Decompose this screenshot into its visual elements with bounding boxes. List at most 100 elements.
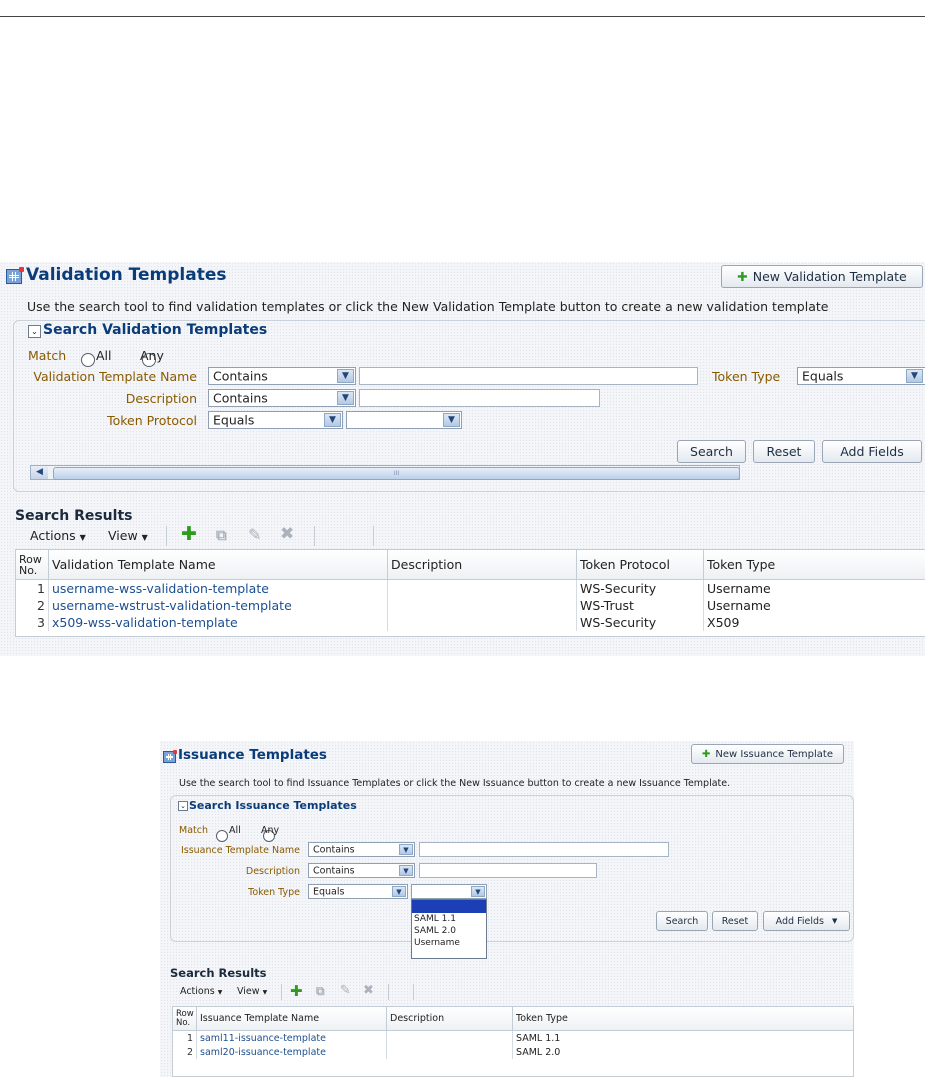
- description-label: Description: [245, 866, 300, 877]
- dropdown-option[interactable]: Username: [412, 937, 486, 949]
- collapse-icon[interactable]: ⌄: [178, 801, 188, 811]
- match-label: Match: [179, 825, 208, 836]
- delete-icon[interactable]: ✖: [363, 983, 374, 998]
- horizontal-scrollbar[interactable]: ◀ III: [30, 465, 740, 480]
- column-header-description[interactable]: Description: [387, 1007, 513, 1031]
- actions-menu[interactable]: Actions ▼: [30, 528, 86, 543]
- description-value-input[interactable]: [419, 863, 597, 878]
- chevron-down-icon: ▼: [217, 989, 223, 996]
- duplicate-icon[interactable]: ⧉: [316, 984, 325, 999]
- collapse-icon[interactable]: ⌄: [28, 325, 41, 338]
- new-issuance-template-button[interactable]: ✚ New Issuance Template: [691, 744, 844, 764]
- chevron-down-icon: ▼: [337, 369, 354, 383]
- token-type-label: Token Type: [248, 887, 300, 898]
- column-header-token-type[interactable]: Token Type: [704, 550, 925, 580]
- view-menu[interactable]: View ▼: [237, 986, 267, 997]
- add-icon[interactable]: ✚: [290, 982, 303, 1000]
- dropdown-option[interactable]: SAML 2.0: [412, 925, 486, 937]
- column-header-token-protocol[interactable]: Token Protocol: [577, 550, 704, 580]
- scrollbar-thumb[interactable]: III: [53, 467, 740, 480]
- validation-templates-panel: Validation Templates ✚ New Validation Te…: [0, 262, 925, 656]
- name-label: Validation Template Name: [33, 369, 197, 384]
- top-rule: [0, 16, 925, 17]
- token-type-label: Token Type: [712, 369, 781, 384]
- match-all-label: All: [229, 825, 241, 836]
- description-operator-select[interactable]: Contains ▼: [208, 389, 356, 407]
- instruction-text: Use the search tool to find validation t…: [27, 299, 829, 314]
- chevron-down-icon: ▼: [399, 844, 413, 855]
- name-operator-select[interactable]: Contains ▼: [208, 367, 356, 385]
- token-type-value-select[interactable]: ▼: [411, 884, 487, 899]
- issuance-templates-panel: Issuance Templates ✚ New Issuance Templa…: [160, 741, 854, 1077]
- description-label: Description: [125, 391, 197, 406]
- search-button[interactable]: Search: [677, 440, 746, 463]
- chevron-down-icon: ▼: [443, 413, 460, 427]
- token-type-operator-select[interactable]: Equals ▼: [308, 884, 408, 899]
- add-icon: ✚: [701, 748, 711, 760]
- add-fields-button[interactable]: Add Fields: [822, 440, 922, 463]
- edit-icon[interactable]: ✎: [248, 525, 261, 544]
- dropdown-option[interactable]: SAML 1.1: [412, 913, 486, 925]
- scrollbar-grip: III: [393, 470, 400, 477]
- chevron-down-icon: ▼: [399, 865, 413, 876]
- duplicate-icon[interactable]: ⧉: [216, 526, 227, 544]
- description-value-input[interactable]: [359, 389, 600, 407]
- column-header-description[interactable]: Description: [388, 550, 577, 580]
- delete-icon[interactable]: ✖: [280, 524, 294, 544]
- column-header-row-no: Row No.: [16, 550, 49, 580]
- add-icon: ✚: [737, 269, 748, 284]
- token-protocol-value-select[interactable]: ▼: [346, 411, 462, 429]
- issuance-results-table: Row No. Issuance Template Name Descriptio…: [172, 1006, 854, 1077]
- reset-button[interactable]: Reset: [712, 911, 758, 931]
- search-title: Search Issuance Templates: [189, 799, 357, 812]
- search-results-title: Search Results: [170, 966, 267, 980]
- name-label: Issuance Template Name: [180, 845, 300, 856]
- edit-icon[interactable]: ✎: [340, 983, 351, 998]
- dropdown-option[interactable]: [412, 900, 486, 913]
- scroll-left-icon[interactable]: ◀: [31, 466, 48, 479]
- match-all-radio[interactable]: [216, 829, 228, 842]
- reset-button[interactable]: Reset: [753, 440, 815, 463]
- name-value-input[interactable]: [359, 367, 698, 385]
- page-title: Validation Templates: [26, 265, 227, 285]
- search-button[interactable]: Search: [656, 911, 708, 931]
- view-menu[interactable]: View ▼: [108, 528, 148, 543]
- new-validation-template-button[interactable]: ✚ New Validation Template: [721, 265, 923, 288]
- template-link[interactable]: x509-wss-validation-template: [49, 614, 388, 631]
- template-link[interactable]: username-wstrust-validation-template: [49, 597, 388, 614]
- template-link[interactable]: username-wss-validation-template: [49, 580, 388, 597]
- add-fields-button[interactable]: Add Fields ▼: [763, 911, 850, 931]
- match-all-label: All: [96, 348, 112, 363]
- match-all-radio[interactable]: [81, 352, 95, 367]
- template-link[interactable]: saml20-issuance-template: [197, 1045, 387, 1059]
- chevron-down-icon: ▼: [79, 533, 86, 542]
- search-results-title: Search Results: [15, 508, 133, 524]
- actions-menu[interactable]: Actions ▼: [180, 986, 222, 997]
- token-protocol-operator-select[interactable]: Equals ▼: [208, 411, 343, 429]
- column-header-row-no: Row No.: [173, 1007, 197, 1031]
- match-label: Match: [28, 348, 67, 363]
- match-any-label: Any: [140, 348, 164, 363]
- chevron-down-icon: ▼: [337, 391, 354, 405]
- name-value-input[interactable]: [419, 842, 669, 857]
- chevron-down-icon: ▼: [831, 917, 838, 925]
- token-type-dropdown-list[interactable]: SAML 1.1 SAML 2.0 Username: [411, 899, 487, 959]
- column-header-name[interactable]: Issuance Template Name: [197, 1007, 387, 1031]
- chevron-down-icon: ▼: [471, 886, 485, 897]
- instruction-text: Use the search tool to find Issuance Tem…: [179, 778, 731, 789]
- token-protocol-label: Token Protocol: [107, 413, 197, 428]
- table-icon: [6, 267, 24, 284]
- chevron-down-icon: ▼: [262, 989, 268, 996]
- chevron-down-icon: ▼: [324, 413, 341, 427]
- table-icon: [163, 750, 177, 763]
- chevron-down-icon: ▼: [392, 886, 406, 897]
- column-header-name[interactable]: Validation Template Name: [49, 550, 388, 580]
- search-title: Search Validation Templates: [43, 322, 268, 338]
- token-type-operator-select[interactable]: Equals ▼: [797, 367, 925, 385]
- column-header-token-type[interactable]: Token Type: [513, 1007, 853, 1031]
- template-link[interactable]: saml11-issuance-template: [197, 1031, 387, 1045]
- add-icon[interactable]: ✚: [181, 523, 197, 545]
- description-operator-select[interactable]: Contains ▼: [308, 863, 415, 878]
- page-title: Issuance Templates: [178, 747, 327, 763]
- name-operator-select[interactable]: Contains ▼: [308, 842, 415, 857]
